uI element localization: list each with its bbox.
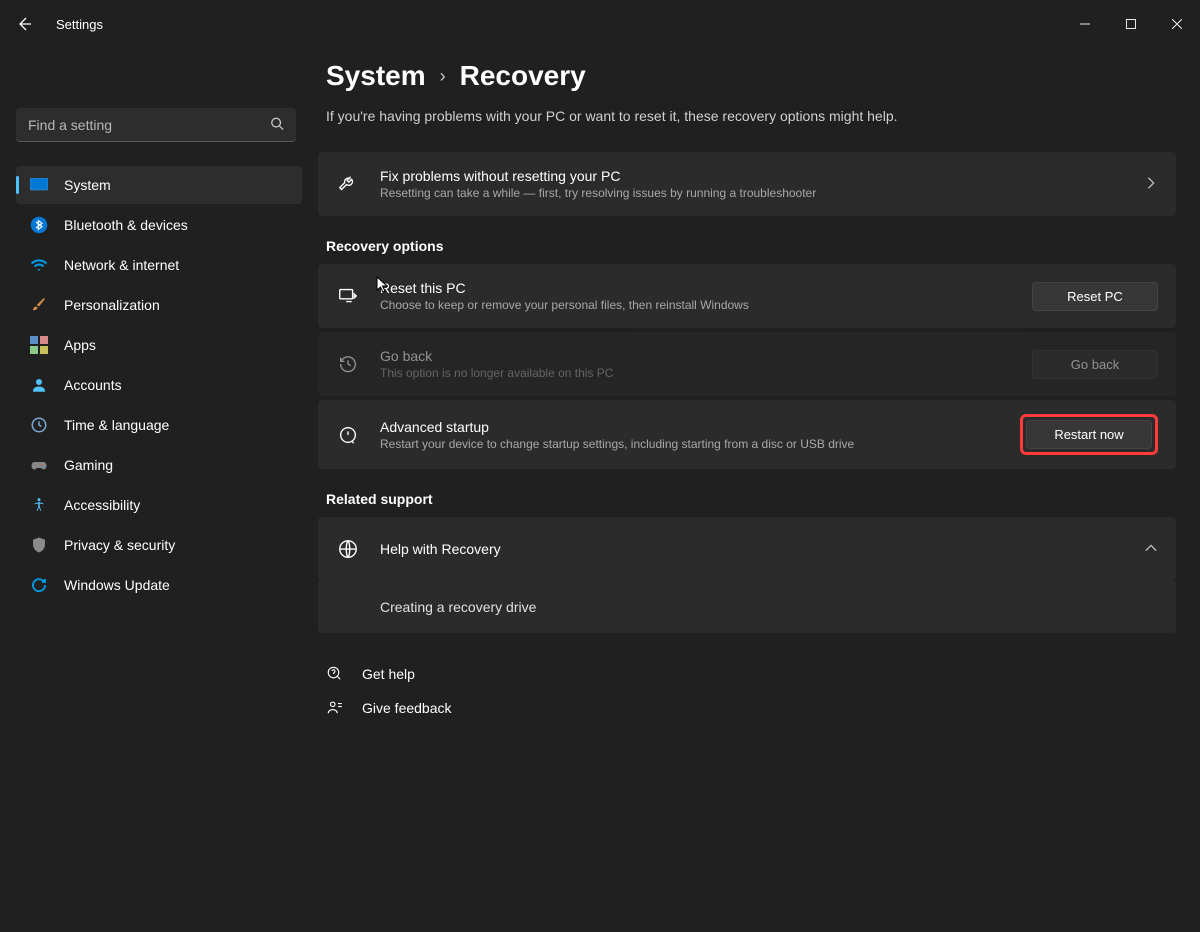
- sync-icon: [30, 576, 48, 594]
- feedback-icon: [326, 699, 344, 717]
- access-icon: [30, 496, 48, 514]
- card-troubleshooter[interactable]: Fix problems without resetting your PC R…: [318, 152, 1176, 216]
- card-title: Fix problems without resetting your PC: [380, 168, 1128, 184]
- sidebar-item-personalization[interactable]: Personalization: [16, 286, 302, 324]
- sidebar-item-bluetooth-devices[interactable]: Bluetooth & devices: [16, 206, 302, 244]
- highlight-box: Restart now: [1020, 414, 1158, 455]
- section-heading-recovery: Recovery options: [326, 238, 1176, 254]
- footer-link-label: Give feedback: [362, 700, 452, 716]
- card-desc: Choose to keep or remove your personal f…: [380, 298, 1016, 312]
- bluetooth-icon: [30, 216, 48, 234]
- chevron-right-icon: [1144, 176, 1158, 193]
- sidebar-item-label: Accounts: [64, 377, 122, 393]
- brush-icon: [30, 296, 48, 314]
- go-back-button: Go back: [1032, 350, 1158, 379]
- close-button[interactable]: [1154, 8, 1200, 40]
- chevron-right-icon: ›: [440, 66, 446, 87]
- card-desc: Resetting can take a while — first, try …: [380, 186, 1128, 200]
- sidebar-item-label: System: [64, 177, 111, 193]
- minimize-icon: [1080, 19, 1090, 29]
- search-icon: [270, 117, 284, 134]
- sidebar: System Bluetooth & devices Network & inter…: [0, 48, 310, 932]
- window-controls: [1062, 8, 1200, 40]
- sidebar-item-accounts[interactable]: Accounts: [16, 366, 302, 404]
- restart-now-button[interactable]: Restart now: [1026, 420, 1152, 449]
- main-content: System › Recovery If you're having probl…: [310, 48, 1200, 932]
- sidebar-item-gaming[interactable]: Gaming: [16, 446, 302, 484]
- sidebar-item-label: Privacy & security: [64, 537, 175, 553]
- card-title: Advanced startup: [380, 419, 1004, 435]
- breadcrumb-current: Recovery: [460, 60, 586, 92]
- footer-link-give-feedback[interactable]: Give feedback: [326, 691, 1176, 725]
- sidebar-item-privacy-security[interactable]: Privacy & security: [16, 526, 302, 564]
- close-icon: [1172, 19, 1182, 29]
- sidebar-item-label: Windows Update: [64, 577, 170, 593]
- footer-link-get-help[interactable]: Get help: [326, 657, 1176, 691]
- reset-pc-button[interactable]: Reset PC: [1032, 282, 1158, 311]
- search-input[interactable]: [16, 108, 296, 142]
- game-icon: [30, 456, 48, 474]
- globe-icon: [336, 537, 360, 561]
- app-title: Settings: [56, 17, 103, 32]
- section-heading-related: Related support: [326, 491, 1176, 507]
- breadcrumb: System › Recovery: [326, 60, 1176, 92]
- sidebar-item-apps[interactable]: Apps: [16, 326, 302, 364]
- sidebar-item-system[interactable]: System: [16, 166, 302, 204]
- wifi-icon: [30, 256, 48, 274]
- wrench-icon: [336, 172, 360, 196]
- sidebar-item-label: Time & language: [64, 417, 169, 433]
- arrow-left-icon: [16, 16, 32, 32]
- sidebar-item-network-internet[interactable]: Network & internet: [16, 246, 302, 284]
- footer-link-label: Get help: [362, 666, 415, 682]
- sidebar-item-accessibility[interactable]: Accessibility: [16, 486, 302, 524]
- sidebar-item-label: Gaming: [64, 457, 113, 473]
- breadcrumb-parent[interactable]: System: [326, 60, 426, 92]
- reset-icon: [336, 284, 360, 308]
- card-help-recovery[interactable]: Help with Recovery: [318, 517, 1176, 581]
- shield-icon: [30, 536, 48, 554]
- sidebar-item-label: Accessibility: [64, 497, 140, 513]
- card-title: Go back: [380, 348, 1016, 364]
- sidebar-item-label: Personalization: [64, 297, 160, 313]
- sidebar-item-time-language[interactable]: Time & language: [16, 406, 302, 444]
- person-icon: [30, 376, 48, 394]
- maximize-button[interactable]: [1108, 8, 1154, 40]
- sidebar-item-label: Network & internet: [64, 257, 179, 273]
- sidebar-item-label: Apps: [64, 337, 96, 353]
- history-icon: [336, 352, 360, 376]
- power-icon: [336, 423, 360, 447]
- search-container: [16, 108, 296, 142]
- card-title: Reset this PC: [380, 280, 1016, 296]
- link-creating-recovery-drive[interactable]: Creating a recovery drive: [318, 581, 1176, 633]
- card-reset-this-pc: Reset this PC Choose to keep or remove yo…: [318, 264, 1176, 328]
- card-go-back: Go back This option is no longer availabl…: [318, 332, 1176, 396]
- card-desc: This option is no longer available on th…: [380, 366, 1016, 380]
- titlebar: Settings: [0, 0, 1200, 48]
- page-subtitle: If you're having problems with your PC o…: [326, 108, 1176, 124]
- system-icon: [30, 176, 48, 194]
- minimize-button[interactable]: [1062, 8, 1108, 40]
- chevron-up-icon: [1144, 541, 1158, 558]
- help-icon: [326, 665, 344, 683]
- maximize-icon: [1126, 19, 1136, 29]
- card-title: Help with Recovery: [380, 541, 1128, 557]
- apps-icon: [30, 336, 48, 354]
- back-button[interactable]: [10, 10, 38, 38]
- card-desc: Restart your device to change startup se…: [380, 437, 1004, 451]
- clock-icon: [30, 416, 48, 434]
- nav-list: System Bluetooth & devices Network & inter…: [16, 166, 302, 604]
- card-advanced-startup: Advanced startup Restart your device to c…: [318, 400, 1176, 469]
- sidebar-item-label: Bluetooth & devices: [64, 217, 188, 233]
- sidebar-item-windows-update[interactable]: Windows Update: [16, 566, 302, 604]
